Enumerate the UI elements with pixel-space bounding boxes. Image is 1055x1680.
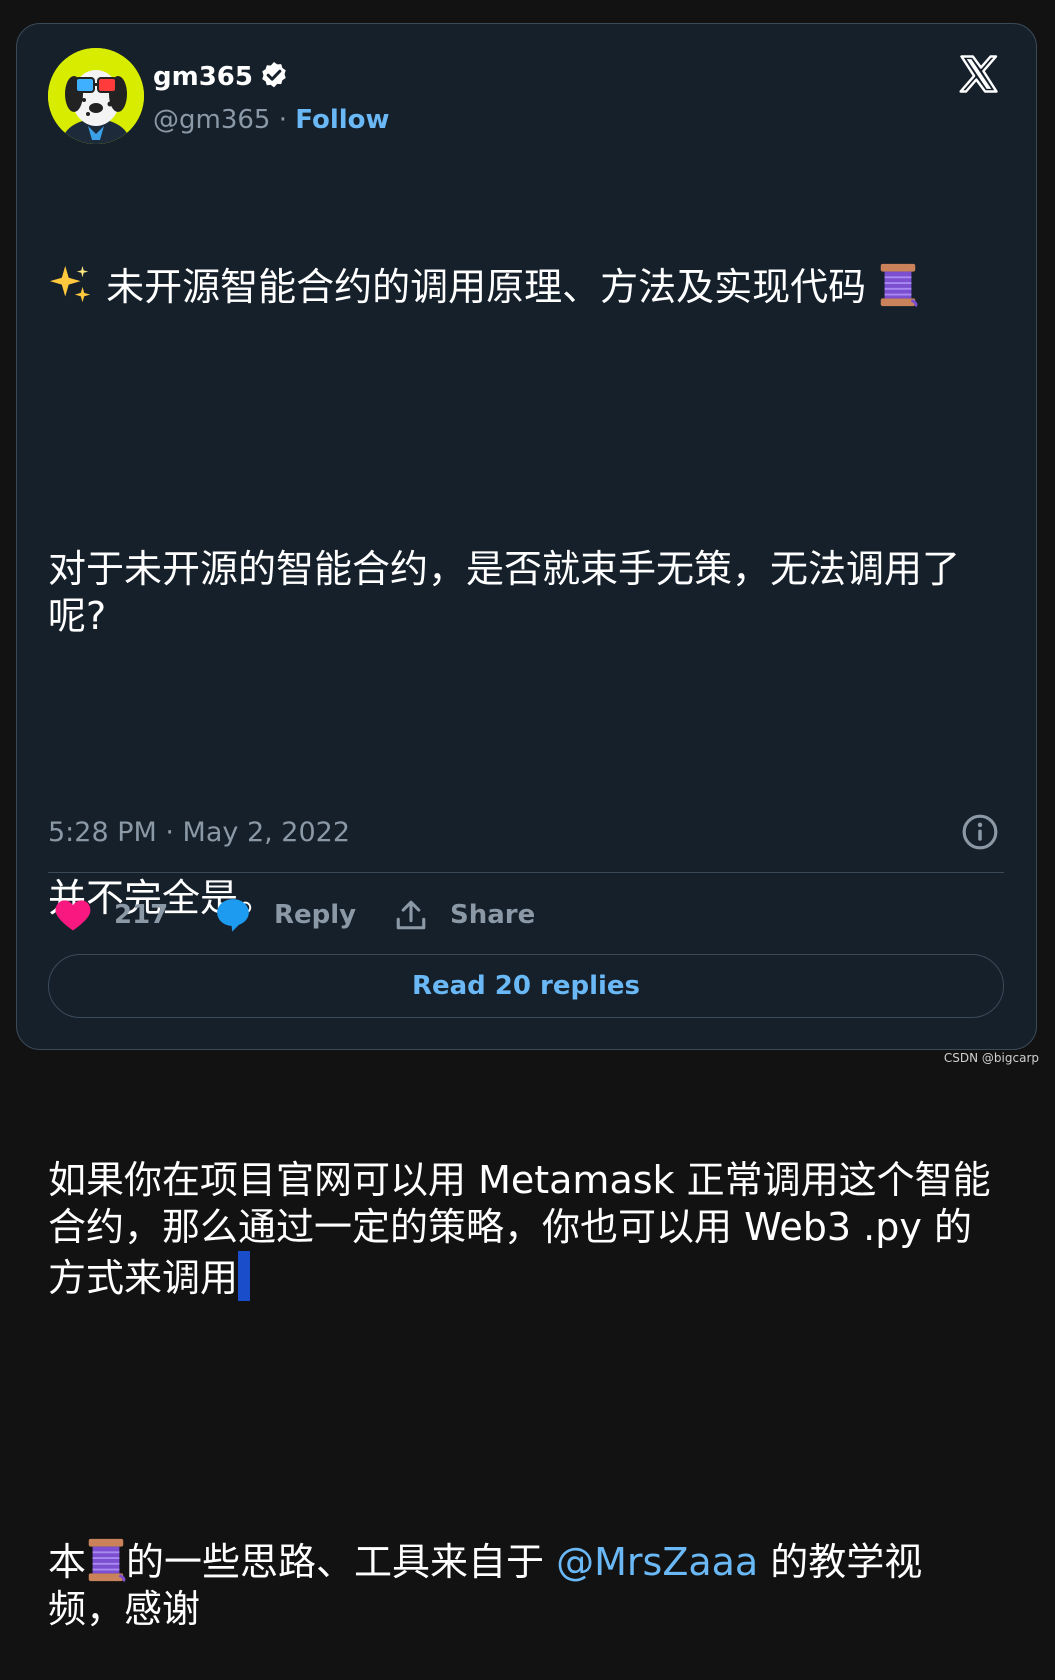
like-count: 217	[114, 900, 169, 930]
tweet-paragraph-3-wrap: 如果你在项目官网可以用 Metamask 正常调用这个智能合约，那么通过一定的策…	[48, 1157, 993, 1302]
share-icon	[396, 900, 426, 930]
read-replies-button[interactable]: Read 20 replies	[48, 954, 1004, 1018]
tweet-paragraph-3: 如果你在项目官网可以用 Metamask 正常调用这个智能合约，那么通过一定的策…	[48, 1158, 991, 1300]
text-selection-cursor	[238, 1251, 251, 1301]
watermark: CSDN @bigcarp	[943, 1051, 1039, 1065]
tweet-paragraph-4-middle: 的一些思路、工具来自于	[126, 1540, 557, 1584]
tweet-title: 未开源智能合约的调用原理、方法及实现代码	[106, 265, 867, 309]
sparkles-icon	[49, 265, 91, 303]
tweet-paragraph-1: 对于未开源的智能合约，是否就束手无策，无法调用了呢?	[48, 547, 961, 638]
author-handle-line: @gm365 · Follow	[153, 103, 390, 137]
thread-spool-icon	[88, 1538, 126, 1583]
reply-button[interactable]: Reply	[214, 893, 356, 937]
thread-spool-icon	[880, 263, 918, 308]
author-handle[interactable]: @gm365	[153, 105, 270, 135]
tweet-paragraph-4-start: 本	[48, 1540, 87, 1584]
verified-badge-icon	[262, 62, 286, 88]
divider	[48, 872, 1004, 873]
tweet-title-line: 未开源智能合约的调用原理、方法及实现代码	[48, 262, 993, 311]
follow-button[interactable]: Follow	[295, 105, 389, 135]
handle-separator: ·	[278, 105, 287, 135]
display-name[interactable]: gm365	[153, 60, 253, 94]
x-logo-icon[interactable]	[957, 53, 1001, 95]
info-icon[interactable]	[961, 813, 999, 851]
like-button[interactable]: 217	[54, 893, 168, 937]
reply-bubble-icon	[217, 899, 249, 932]
reply-label: Reply	[274, 900, 357, 930]
share-label: Share	[450, 900, 536, 930]
heart-icon	[55, 900, 91, 931]
avatar[interactable]	[48, 48, 144, 144]
share-button[interactable]: Share	[394, 893, 535, 937]
tweet-timestamp[interactable]: 5:28 PM · May 2, 2022	[48, 815, 350, 851]
mention-link[interactable]: @MrsZaaa	[556, 1540, 758, 1584]
tweet-paragraph-4: 本 的一些思路、工具来自于 @MrsZaaa 的教学视频，感谢	[48, 1537, 993, 1633]
